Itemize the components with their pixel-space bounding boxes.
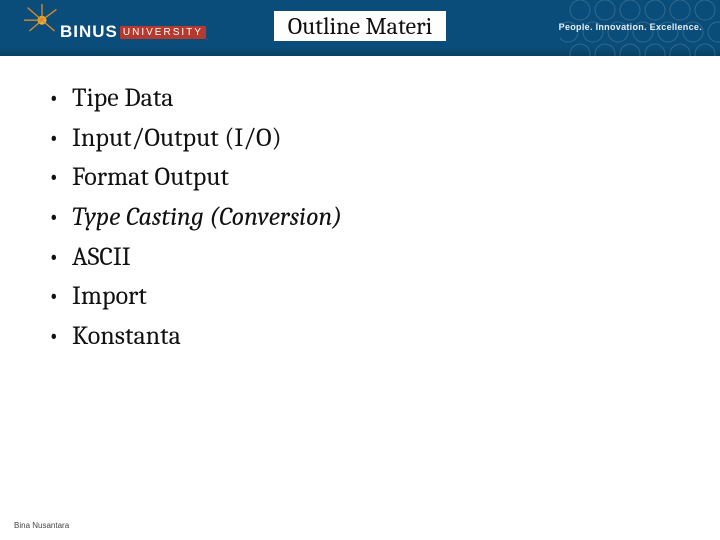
list-item: Type Casting (Conversion) [44,199,680,237]
list-item: Tipe Data [44,80,680,118]
footer-text: Bina Nusantara [14,521,69,530]
bullet-text: Format Output [72,162,229,192]
list-item: ASCII [44,239,680,277]
bullet-text: Konstanta [72,321,181,351]
list-item: Konstanta [44,318,680,356]
slide-title: Outline Materi [274,11,447,41]
bullet-text: ASCII [72,242,131,272]
bullet-list: Tipe Data Input/Output (I/O) Format Outp… [44,80,680,356]
bullet-text: Tipe Data [72,83,174,113]
list-item: Input/Output (I/O) [44,120,680,158]
content-area: Tipe Data Input/Output (I/O) Format Outp… [44,80,680,358]
slide: BINUSUNIVERSITY People. Innovation. Exce… [0,0,720,540]
list-item: Format Output [44,159,680,197]
list-item: Import [44,278,680,316]
slide-title-wrap: Outline Materi [0,11,720,41]
bullet-text: Type Casting (Conversion) [72,202,342,232]
bullet-text: Input/Output (I/O) [72,123,282,153]
bullet-text: Import [72,281,147,311]
